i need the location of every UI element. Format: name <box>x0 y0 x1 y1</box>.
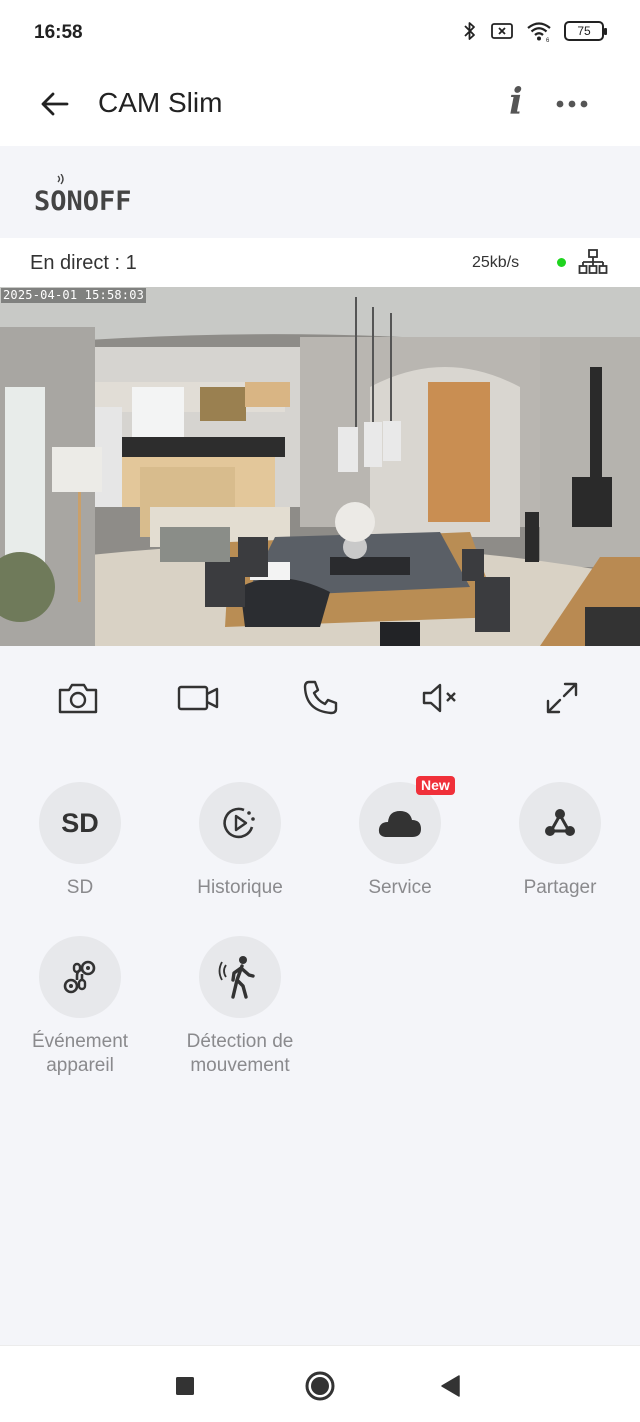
feature-share-label: Partager <box>523 877 597 898</box>
square-icon <box>176 1377 194 1395</box>
live-status-bar: En direct : 1 25kb/s <box>0 238 640 287</box>
info-button[interactable]: i <box>498 80 534 124</box>
share-nodes-icon <box>545 809 575 836</box>
share-icon <box>519 782 601 864</box>
sd-icon-text: SD <box>61 807 99 838</box>
bluetooth-icon <box>464 22 475 40</box>
video-record-icon <box>177 685 219 711</box>
home-circle-icon <box>305 1371 335 1401</box>
system-back-button[interactable] <box>430 1366 470 1406</box>
camera-frame-image <box>0 287 640 646</box>
feature-service[interactable]: New Service <box>335 776 465 900</box>
feature-sd-label: SD <box>66 877 94 898</box>
record-button[interactable] <box>174 674 222 722</box>
sd-card-icon: SD <box>39 782 121 864</box>
home-button[interactable] <box>300 1366 340 1406</box>
motion-detection-icon <box>199 936 281 1018</box>
wifi-icon: 6 <box>527 22 551 42</box>
more-horizontal-icon <box>556 100 588 108</box>
no-sim-icon <box>491 23 513 39</box>
live-viewers-label: En direct : 1 <box>30 252 137 274</box>
fullscreen-icon <box>546 682 578 714</box>
system-nav-bar <box>0 1345 640 1422</box>
feature-history[interactable]: Historique <box>175 782 305 900</box>
phone-icon <box>303 680 338 715</box>
feature-device-event[interactable]: Événement appareil <box>15 936 145 1078</box>
feature-service-label: Service <box>368 877 432 898</box>
battery-icon: 75 <box>564 21 607 41</box>
network-icon[interactable] <box>578 248 608 276</box>
talk-button[interactable] <box>296 674 344 722</box>
walking-person-icon <box>218 956 255 999</box>
page-title: CAM Slim <box>98 87 223 118</box>
status-icons: 6 75 <box>462 20 607 42</box>
arrow-left-icon <box>41 92 69 116</box>
svg-text:6: 6 <box>546 38 550 42</box>
cloud-shape-icon <box>378 811 421 837</box>
recent-apps-button[interactable] <box>165 1366 205 1406</box>
mute-button[interactable] <box>416 674 464 722</box>
feature-motion-label: Détection de mouvement <box>186 1031 294 1076</box>
fullscreen-button[interactable] <box>538 674 586 722</box>
mute-icon <box>422 683 456 713</box>
feature-history-label: Historique <box>197 877 283 898</box>
info-icon: i <box>509 81 523 123</box>
sonoff-logo: SONOFF <box>34 174 132 214</box>
more-options-button[interactable] <box>552 86 592 122</box>
feature-device-event-label: Événement appareil <box>31 1031 129 1076</box>
feature-share[interactable]: Partager <box>495 782 625 900</box>
battery-level: 75 <box>577 24 591 38</box>
app-header: CAM Slim i <box>0 64 640 146</box>
camera-live-feed[interactable]: 2025-04-01 15:58:03 <box>0 287 640 646</box>
control-toolbar <box>0 646 640 750</box>
feature-motion-detection[interactable]: Détection de mouvement <box>175 936 305 1078</box>
triangle-back-icon <box>441 1375 460 1397</box>
cloud-icon: New <box>359 776 455 864</box>
status-time: 16:58 <box>34 22 83 43</box>
camera-icon <box>58 683 98 714</box>
brand-area: SONOFF <box>0 146 640 238</box>
back-button[interactable] <box>34 84 74 124</box>
history-play-icon <box>223 807 255 839</box>
status-bar: 16:58 6 75 <box>0 0 640 64</box>
device-event-icon <box>39 936 121 1018</box>
online-status-dot <box>557 258 566 267</box>
history-icon <box>199 782 281 864</box>
feature-sd[interactable]: SD SD <box>15 782 145 900</box>
event-link-icon <box>63 960 96 994</box>
svg-text:SONOFF: SONOFF <box>34 186 132 214</box>
video-timestamp: 2025-04-01 15:58:03 <box>1 288 147 303</box>
bitrate-label: 25kb/s <box>472 254 520 271</box>
new-badge: New <box>416 776 455 795</box>
snapshot-button[interactable] <box>54 674 102 722</box>
